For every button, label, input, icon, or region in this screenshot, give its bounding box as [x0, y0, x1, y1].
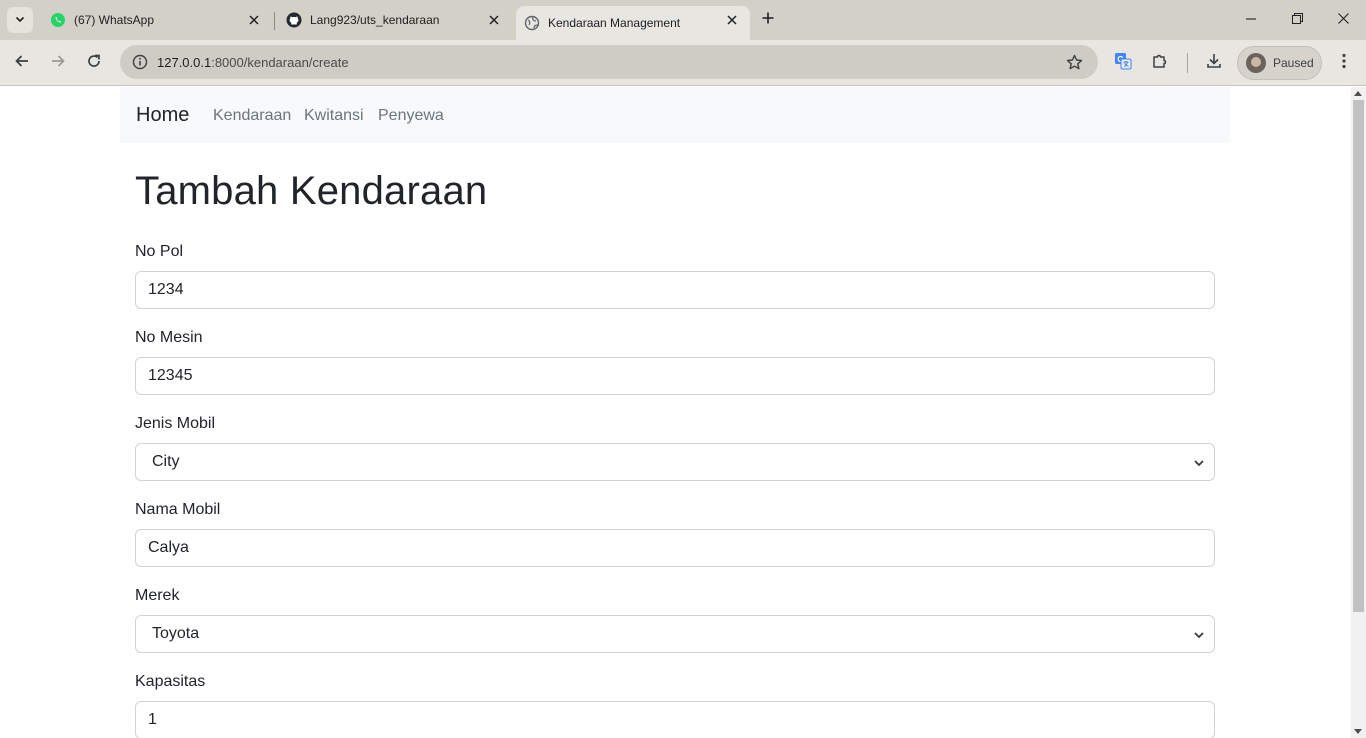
tab-title: (67) WhatsApp: [74, 13, 155, 27]
no-pol-input[interactable]: 1234: [135, 271, 1215, 309]
minimize-button[interactable]: [1228, 0, 1274, 40]
nav-link-penyewa[interactable]: Penyewa: [378, 107, 444, 125]
arrow-left-icon: [14, 53, 30, 74]
page-scrollbar[interactable]: [1351, 87, 1366, 738]
merek-selected: Toyota: [152, 625, 200, 642]
toolbar-divider: [1187, 53, 1188, 73]
whatsapp-icon: [50, 12, 66, 28]
forward-button[interactable]: [46, 51, 70, 75]
puzzle-icon: [1151, 52, 1169, 75]
translate-icon: G: [1114, 52, 1132, 75]
kebab-menu-icon: [1342, 53, 1346, 74]
no-pol-label: No Pol: [135, 243, 184, 260]
nav-link-kwitansi[interactable]: Kwitansi: [304, 107, 364, 125]
globe-icon: [524, 15, 540, 31]
nama-mobil-value: Calya: [148, 539, 189, 556]
tab-title: Kendaraan Management: [548, 16, 681, 30]
chevron-down-icon: [15, 11, 25, 29]
close-window-button[interactable]: [1320, 0, 1366, 40]
profile-button[interactable]: Paused: [1237, 46, 1322, 80]
arrow-right-icon: [50, 53, 66, 74]
reload-button[interactable]: [82, 51, 106, 75]
tab-search-button[interactable]: [7, 7, 33, 33]
extensions-button[interactable]: [1148, 51, 1172, 75]
download-icon: [1205, 52, 1223, 75]
close-icon[interactable]: [486, 12, 502, 28]
scrollbar-thumb[interactable]: [1353, 100, 1364, 612]
jenis-mobil-select[interactable]: City: [135, 443, 1215, 481]
jenis-mobil-label: Jenis Mobil: [135, 415, 216, 432]
scroll-down-arrow-icon[interactable]: [1354, 729, 1362, 734]
close-icon: [1337, 11, 1349, 29]
tab-kendaraan-management[interactable]: Kendaraan Management: [516, 6, 750, 40]
browser-menu-button[interactable]: [1332, 51, 1356, 75]
tab-github[interactable]: Lang923/uts_kendaraan: [276, 0, 512, 40]
nav-link-kendaraan[interactable]: Kendaraan: [213, 107, 291, 125]
no-mesin-input[interactable]: 12345: [135, 357, 1215, 395]
page-title: Tambah Kendaraan: [135, 169, 488, 213]
url-path: :8000/kendaraan/create: [211, 55, 349, 70]
url-host: 127.0.0.1: [157, 55, 212, 70]
bookmark-star-icon[interactable]: [1064, 52, 1084, 72]
kapasitas-input[interactable]: 1: [135, 701, 1215, 738]
no-pol-value: 1234: [148, 281, 184, 298]
site-info-icon[interactable]: [128, 50, 152, 74]
nama-mobil-label: Nama Mobil: [135, 501, 221, 518]
tab-title: Lang923/uts_kendaraan: [310, 13, 440, 27]
chevron-down-icon: [1193, 629, 1205, 641]
restore-button[interactable]: [1274, 0, 1320, 40]
chevron-down-icon: [1193, 457, 1205, 469]
merek-select[interactable]: Toyota: [135, 615, 1215, 653]
url-text[interactable]: 127.0.0.1:8000/kendaraan/create: [157, 55, 349, 70]
kapasitas-label: Kapasitas: [135, 673, 206, 690]
reload-icon: [86, 53, 102, 74]
minimize-icon: [1246, 11, 1256, 29]
nama-mobil-input[interactable]: Calya: [135, 529, 1215, 567]
no-mesin-label: No Mesin: [135, 329, 203, 346]
scroll-up-arrow-icon[interactable]: [1354, 91, 1362, 96]
translate-button[interactable]: G: [1111, 51, 1135, 75]
page-viewport: Home Kendaraan Kwitansi Penyewa Tambah K…: [0, 87, 1366, 738]
tab-whatsapp[interactable]: (67) WhatsApp: [40, 0, 272, 40]
close-icon[interactable]: [246, 12, 262, 28]
browser-toolbar: 127.0.0.1:8000/kendaraan/create G Paused: [0, 40, 1366, 86]
plus-icon: [762, 11, 774, 29]
no-mesin-value: 12345: [148, 367, 193, 384]
top-navbar: Home Kendaraan Kwitansi Penyewa: [120, 87, 1230, 143]
profile-status: Paused: [1273, 56, 1314, 70]
merek-label: Merek: [135, 587, 180, 604]
new-tab-button[interactable]: [758, 10, 778, 30]
downloads-button[interactable]: [1202, 51, 1226, 75]
back-button[interactable]: [10, 51, 34, 75]
jenis-mobil-selected: City: [152, 453, 180, 470]
address-bar[interactable]: 127.0.0.1:8000/kendaraan/create: [120, 45, 1098, 79]
close-icon[interactable]: [724, 12, 740, 28]
navbar-brand-home[interactable]: Home: [136, 104, 189, 127]
browser-tab-strip: (67) WhatsApp Lang923/uts_kendaraan Kend…: [0, 0, 1366, 40]
kapasitas-value: 1: [148, 711, 157, 728]
github-icon: [286, 12, 302, 28]
avatar: [1246, 53, 1266, 73]
restore-icon: [1291, 11, 1303, 29]
tab-separator: [274, 12, 275, 30]
